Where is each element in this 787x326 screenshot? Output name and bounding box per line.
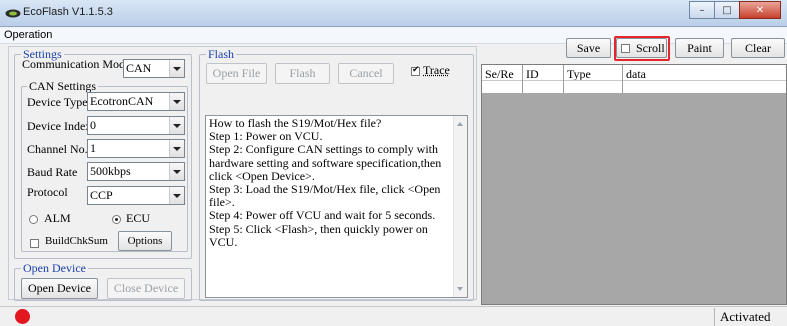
menu-operation[interactable]: Operation — [4, 29, 52, 41]
chevron-down-icon — [169, 187, 184, 204]
minimize-button[interactable]: – — [689, 1, 715, 19]
col-id[interactable]: ID — [523, 65, 564, 93]
help-text: How to flash the S19/Mot/Hex file? Step … — [209, 116, 454, 249]
device-index-value: 0 — [90, 118, 96, 132]
status-led-icon — [15, 309, 30, 324]
comm-mode-label: Communication Mode — [22, 57, 131, 71]
col-data-label: data — [626, 67, 646, 81]
app-logo-icon — [5, 9, 21, 18]
chevron-down-icon — [169, 117, 184, 134]
device-index-select[interactable]: 0 — [87, 116, 185, 135]
col-type-label: Type — [567, 67, 591, 81]
window-title: EcoFlash V1.1.5.3 — [23, 6, 113, 18]
clear-button[interactable]: Clear — [731, 38, 785, 58]
col-se-re[interactable]: Se/Re — [482, 65, 523, 93]
scroll-highlight — [614, 36, 670, 61]
status-bar — [0, 306, 787, 326]
scroll-down-icon[interactable] — [457, 287, 463, 291]
device-type-select[interactable]: EcotronCAN — [87, 92, 185, 111]
col-type[interactable]: Type — [564, 65, 623, 93]
help-line: Step 2: Configure CAN settings to comply… — [209, 142, 442, 183]
close-button[interactable]: ✕ — [739, 1, 781, 19]
flash-button[interactable]: Flash — [275, 63, 330, 84]
status-text: Activated — [720, 309, 771, 324]
log-grid-header: Se/Re ID Type data — [482, 65, 786, 93]
col-id-label: ID — [526, 67, 539, 81]
maximize-button[interactable]: □ — [714, 1, 740, 19]
channel-select[interactable]: 1 — [87, 139, 185, 158]
help-line: Step 3: Load the S19/Mot/Hex file, click… — [209, 182, 441, 210]
trace-label: Trace — [423, 63, 450, 77]
title-bar — [0, 0, 787, 27]
chevron-down-icon — [169, 163, 184, 180]
buildchksum-label: BuildChkSum — [45, 235, 108, 247]
protocol-value: CCP — [90, 188, 113, 202]
flash-legend: Flash — [206, 47, 237, 62]
flash-help-textarea[interactable]: How to flash the S19/Mot/Hex file? Step … — [205, 115, 468, 298]
device-type-label: Device Type — [27, 95, 88, 109]
radio-ecu-label: ECU — [126, 211, 150, 225]
save-button[interactable]: Save — [566, 38, 611, 58]
close-device-button[interactable]: Close Device — [107, 278, 185, 299]
open-device-button[interactable]: Open Device — [21, 278, 98, 299]
chevron-down-icon — [169, 93, 184, 110]
comm-mode-select[interactable]: CAN — [123, 59, 185, 78]
radio-alm-label: ALM — [44, 211, 71, 225]
window-controls: – □ ✕ — [689, 1, 781, 19]
radio-alm[interactable] — [29, 215, 38, 224]
chevron-down-icon — [169, 60, 184, 77]
trace-checkbox[interactable] — [411, 65, 420, 76]
protocol-select[interactable]: CCP — [87, 186, 185, 205]
channel-label: Channel No. — [27, 142, 88, 156]
baud-rate-value: 500kbps — [90, 164, 131, 178]
textarea-scrollbar[interactable] — [453, 116, 467, 297]
chevron-down-icon — [169, 140, 184, 157]
open-device-legend: Open Device — [21, 261, 88, 276]
options-button[interactable]: Options — [118, 231, 172, 251]
buildchksum-checkbox[interactable] — [30, 239, 39, 248]
help-line: Step 4: Power off VCU and wait for 5 sec… — [209, 208, 436, 223]
scroll-up-icon[interactable] — [457, 122, 463, 126]
help-line: Step 5: Click <Flash>, then quickly powe… — [209, 221, 428, 249]
radio-ecu[interactable] — [112, 215, 121, 224]
col-data[interactable]: data — [623, 65, 786, 93]
col-se-re-label: Se/Re — [485, 67, 514, 81]
channel-value: 1 — [90, 141, 96, 155]
protocol-label: Protocol — [27, 185, 68, 199]
paint-button[interactable]: Paint — [675, 38, 724, 58]
open-file-button[interactable]: Open File — [206, 63, 267, 84]
log-grid[interactable]: Se/Re ID Type data — [481, 64, 787, 305]
comm-mode-value: CAN — [126, 61, 152, 75]
baud-rate-label: Baud Rate — [27, 165, 78, 179]
device-type-value: EcotronCAN — [90, 94, 154, 108]
cancel-button[interactable]: Cancel — [338, 63, 394, 84]
baud-rate-select[interactable]: 500kbps — [87, 162, 185, 181]
device-index-label: Device Index — [27, 119, 92, 133]
